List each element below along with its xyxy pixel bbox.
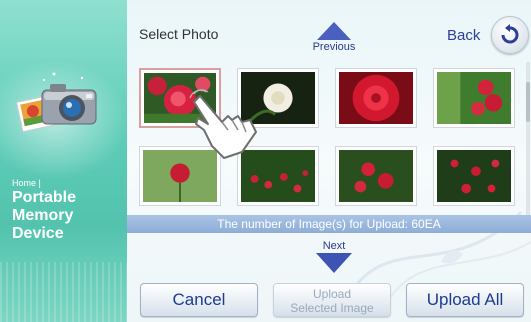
- touch-hand-icon: [189, 89, 257, 159]
- page-title: Portable Memory Device: [12, 189, 122, 243]
- sidebar-stripes: [0, 262, 127, 322]
- photo-thumbnail[interactable]: [433, 68, 515, 128]
- arrow-up-icon: [317, 22, 351, 40]
- previous-label: Previous: [312, 41, 356, 53]
- header-title: Select Photo: [139, 26, 219, 42]
- next-label: Next: [322, 240, 346, 252]
- scrollbar-thumb[interactable]: [526, 82, 530, 122]
- back-label[interactable]: Back: [447, 27, 480, 44]
- photo-thumbnail[interactable]: [335, 146, 417, 206]
- page-title-line: Memory: [12, 207, 74, 224]
- back-button[interactable]: [491, 16, 529, 54]
- camera-icon: [16, 72, 97, 133]
- arrow-down-icon: [316, 253, 352, 273]
- breadcrumb-home: Home |: [12, 178, 41, 188]
- upload-selected-label-line2: Selected Image: [290, 301, 374, 315]
- page-title-line: Device: [12, 225, 64, 242]
- rose-photo: [339, 72, 413, 124]
- rose-photo: [437, 150, 511, 202]
- photo-thumbnail[interactable]: [335, 68, 417, 128]
- upload-count-bar: The number of Image(s) for Upload: 60EA: [127, 215, 531, 233]
- photo-thumbnail[interactable]: [433, 146, 515, 206]
- photo-scrollbar[interactable]: [526, 62, 530, 232]
- rose-photo: [437, 72, 511, 124]
- next-button[interactable]: Next: [304, 240, 364, 273]
- cancel-button[interactable]: Cancel: [140, 283, 258, 317]
- page-title-line: Portable: [12, 189, 77, 206]
- previous-button[interactable]: Previous: [304, 22, 364, 53]
- undo-arrow-icon: [501, 24, 519, 44]
- upload-all-button[interactable]: Upload All: [406, 283, 524, 317]
- rose-photo: [339, 150, 413, 202]
- upload-selected-button[interactable]: Upload Selected Image: [273, 283, 391, 317]
- sidebar-panel: Home | Portable Memory Device: [0, 0, 127, 322]
- upload-selected-label-line1: Upload: [312, 287, 352, 301]
